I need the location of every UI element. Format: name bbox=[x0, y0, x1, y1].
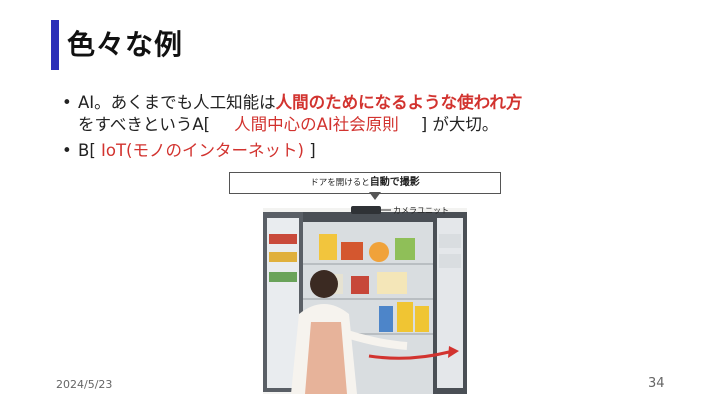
bullet-iot-suffix: ] bbox=[309, 141, 316, 160]
bullet-iot: • B[ IoT(モノのインターネット) ] bbox=[62, 140, 702, 162]
woman-head bbox=[310, 270, 338, 298]
camera-label: カメラユニット bbox=[393, 206, 449, 215]
bullet-dot: • bbox=[62, 93, 72, 112]
slide: 色々な例 • AI。あくまでも人工知能は人間のためになるような使われ方 をすべき… bbox=[0, 0, 720, 405]
camera-unit bbox=[351, 206, 381, 214]
footer-date: 2024/5/23 bbox=[56, 378, 113, 391]
fridge-photo: カメラユニット bbox=[263, 206, 467, 394]
answer-b: IoT(モノのインターネット) bbox=[101, 141, 304, 160]
woman-apron bbox=[305, 322, 347, 394]
bullet-ai-line2-start: をすべきというA[ bbox=[78, 115, 211, 134]
bullet-iot-prefix: B[ bbox=[78, 141, 96, 160]
answer-a: 人間中心のAI社会原則 bbox=[234, 115, 399, 134]
page-number: 34 bbox=[648, 376, 665, 391]
bullet-dot: • bbox=[62, 141, 72, 160]
bullet-ai-line2-end: ] が大切。 bbox=[420, 115, 499, 134]
bullet-list: • AI。あくまでも人工知能は人間のためになるような使われ方 をすべきというA[… bbox=[62, 92, 702, 166]
bullet-ai-prefix: AI。あくまでも人工知能は bbox=[78, 93, 276, 112]
caption-bold: 自動で撮影 bbox=[369, 177, 420, 188]
slide-title: 色々な例 bbox=[67, 28, 184, 61]
caption-box: ドアを開けると自動で撮影 bbox=[229, 172, 501, 194]
bullet-ai: • AI。あくまでも人工知能は人間のためになるような使われ方 をすべきというA[… bbox=[62, 92, 702, 136]
caption-regular: ドアを開けると bbox=[310, 178, 370, 188]
title-accent-bar bbox=[51, 20, 59, 70]
fridge-illustration: ドアを開けると自動で撮影 カメラユニット bbox=[229, 172, 501, 394]
bullet-ai-emphasis: 人間のためになるような使われ方 bbox=[275, 93, 523, 112]
